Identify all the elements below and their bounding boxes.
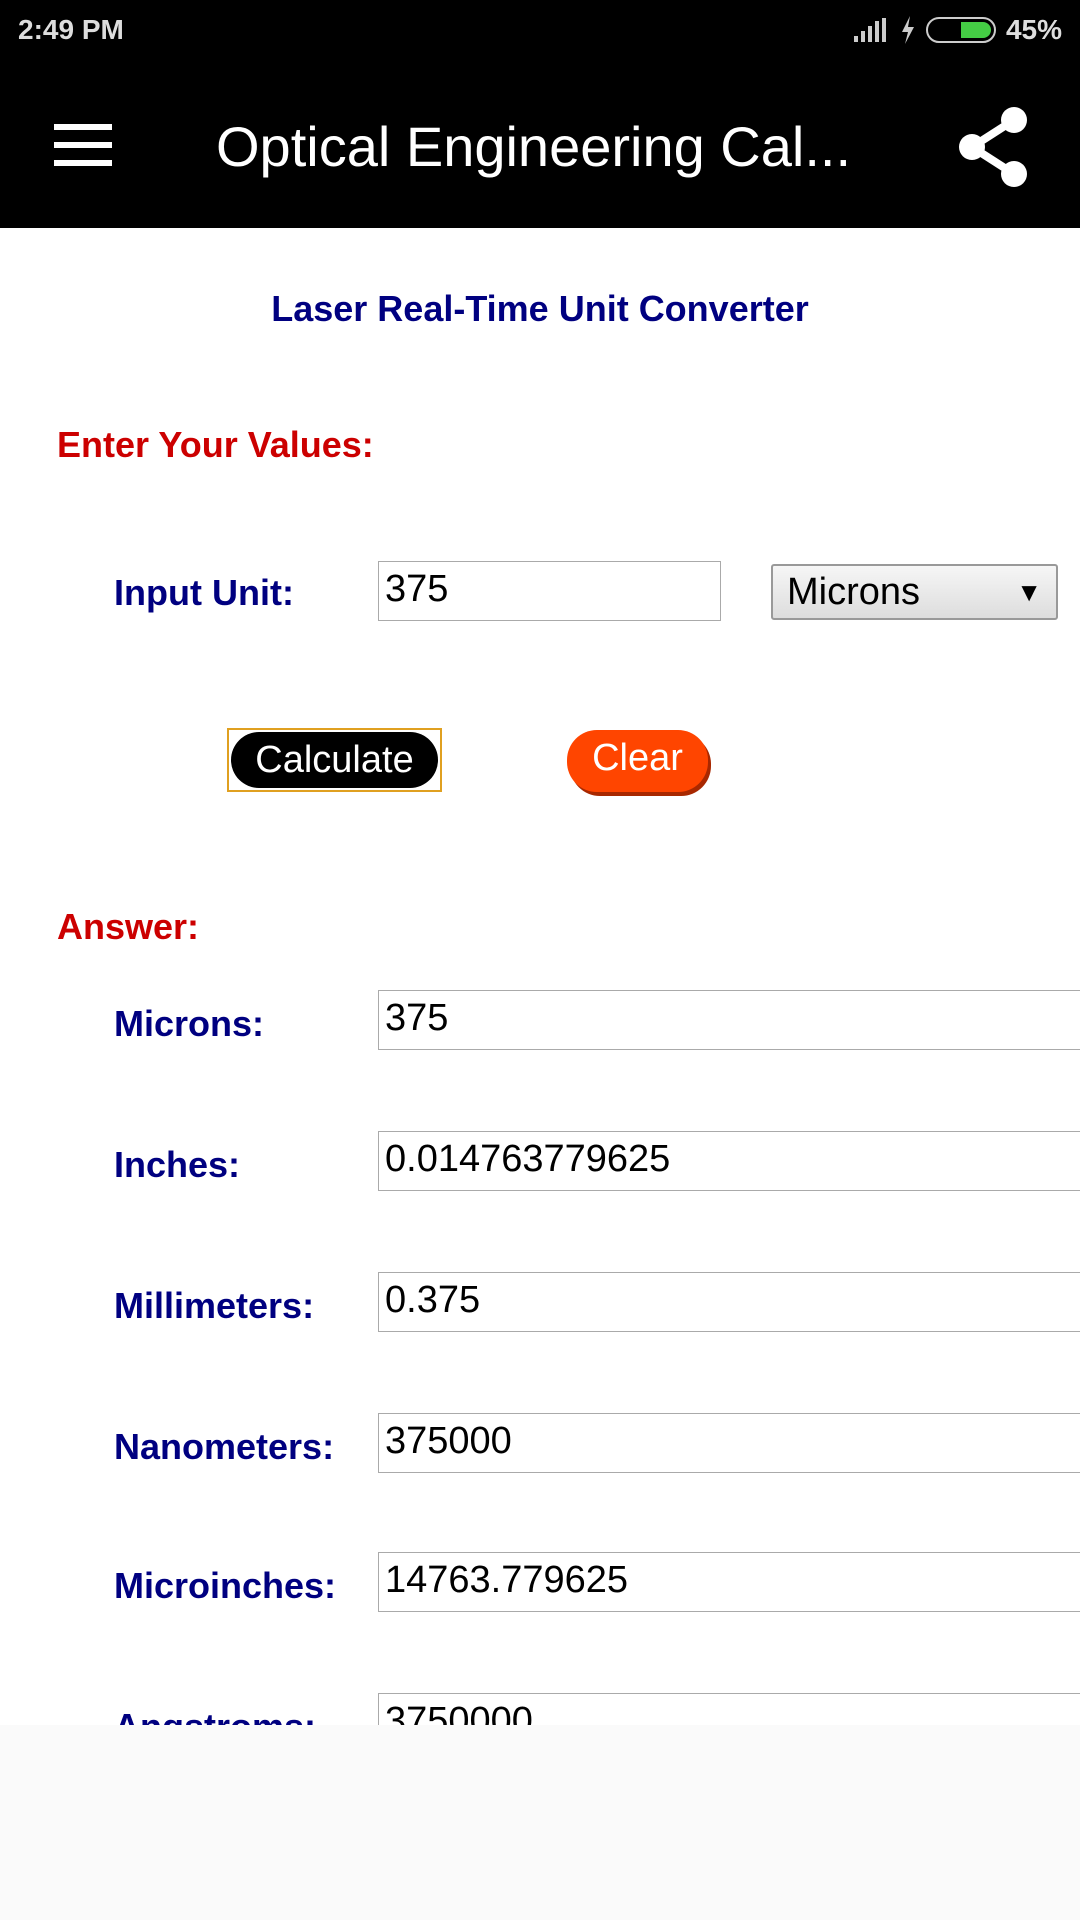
result-field-microns[interactable]: 375 [378,990,1080,1050]
answer-label: Answer: [57,906,200,947]
status-time: 2:49 PM [18,14,124,45]
input-unit-label: Input Unit: [114,572,294,613]
app-toolbar: Optical Engineering Cal... [0,72,1080,228]
hamburger-icon[interactable] [54,124,112,166]
unit-select[interactable]: Microns ▼ [771,564,1058,620]
result-label-inches: Inches: [114,1144,241,1185]
dropdown-arrow-icon: ▼ [1016,576,1042,607]
enter-values-label: Enter Your Values: [57,424,374,465]
converter-page: Laser Real-Time Unit Converter Enter You… [0,228,1080,1725]
result-label-microinches: Microinches: [114,1565,337,1606]
app-title: Optical Engineering Cal... [216,115,852,178]
result-label-nanometers: Nanometers: [114,1426,335,1467]
result-field-nanometers[interactable]: 375000 [378,1413,1080,1473]
share-icon[interactable] [954,102,1034,192]
result-field-inches[interactable]: 0.014763779625 [378,1131,1080,1191]
charging-icon [901,16,914,44]
result-label-angstroms: Angstroms: [114,1706,316,1725]
result-label-microns: Microns: [114,1003,265,1044]
result-field-microinches[interactable]: 14763.779625 [378,1552,1080,1612]
calculate-button[interactable]: Calculate [227,728,442,792]
unit-select-value: Microns [787,570,921,613]
input-value-field[interactable]: 375 [378,561,721,621]
calculate-label: Calculate [231,732,438,788]
battery-percent: 45% [1005,14,1062,45]
result-field-angstroms[interactable]: 3750000 [378,1693,1080,1725]
result-label-millimeters: Millimeters: [114,1285,315,1326]
battery-icon [925,17,996,43]
signal-icon [853,18,886,42]
status-bar: 2:49 PM 45% [0,0,1080,72]
page-heading: Laser Real-Time Unit Converter [271,288,809,329]
result-field-millimeters[interactable]: 0.375 [378,1272,1080,1332]
clear-button[interactable]: Clear [567,730,708,792]
